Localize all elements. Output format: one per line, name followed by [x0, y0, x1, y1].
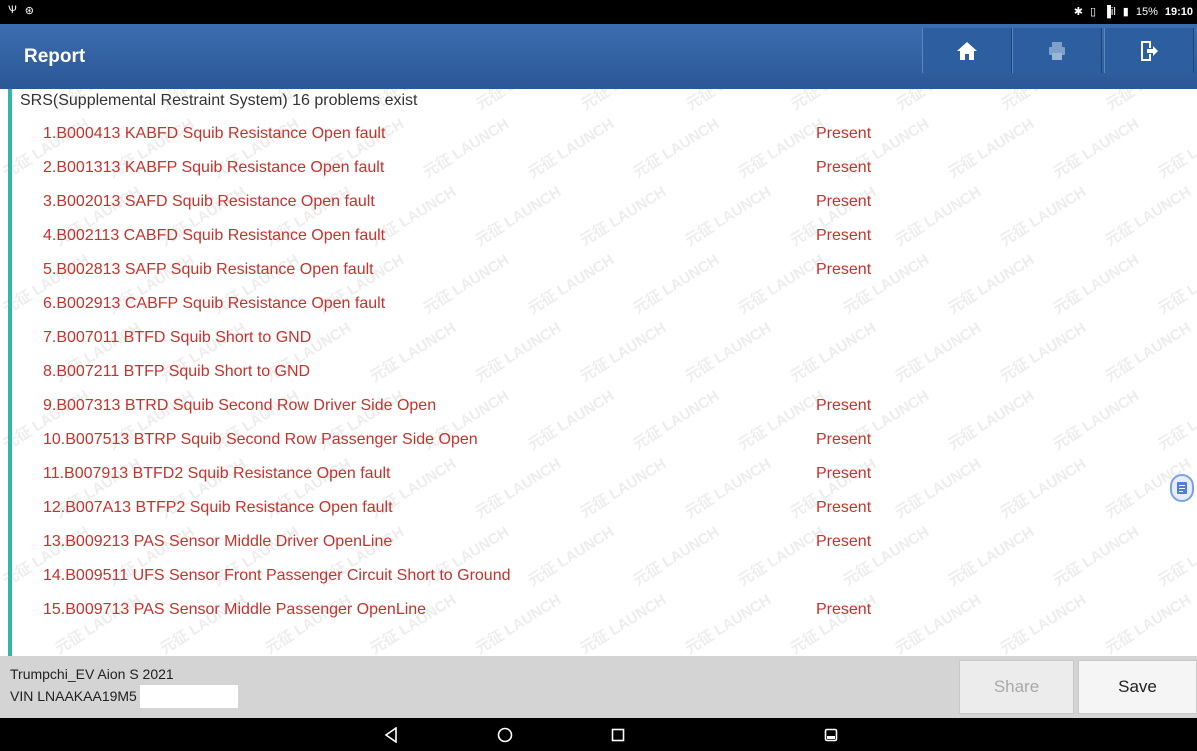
fault-row[interactable]: 7.B007011 BTFD Squib Short to GND — [0, 321, 1197, 355]
fault-status: Present — [816, 601, 872, 618]
print-button[interactable] — [1012, 28, 1102, 73]
floating-note-button[interactable] — [1170, 474, 1194, 502]
watermark-text: 元征 LAUNCH — [472, 89, 566, 114]
watermark-text: 元征 LAUNCH — [682, 89, 776, 114]
bluetooth-icon: ✱ — [1073, 6, 1084, 18]
fault-row[interactable]: 3.B002013 SAFD Squib Resistance Open fau… — [0, 185, 1197, 219]
share-button[interactable]: Share — [959, 660, 1074, 714]
fault-status: Present — [816, 159, 872, 176]
battery-icon: ▮ — [1122, 6, 1129, 18]
fault-status: Present — [816, 125, 872, 142]
report-content[interactable]: 元征 LAUNCH 元征 LAUNCH 元征 LAUNCH 元征 LAUNCH 元征 L… — [0, 89, 1197, 656]
fault-row[interactable]: 8.B007211 BTFP Squib Short to GND — [0, 355, 1197, 389]
home-button[interactable] — [922, 28, 1012, 73]
vin-redaction — [140, 685, 238, 708]
save-button[interactable]: Save — [1078, 660, 1197, 714]
fault-status: Present — [816, 465, 872, 482]
fault-code: 13.B009213 PAS Sensor Middle Driver Open… — [43, 533, 393, 550]
fault-row[interactable]: 12.B007A13 BTFP2 Squib Resistance Open f… — [0, 491, 1197, 525]
fault-status: Present — [816, 499, 872, 516]
vibrate-icon: ▯ — [1090, 6, 1097, 18]
nav-home-button[interactable] — [493, 724, 517, 746]
note-icon — [1177, 482, 1187, 494]
fault-row[interactable]: 15.B009713 PAS Sensor Middle Passenger O… — [0, 593, 1197, 627]
exit-icon — [1141, 40, 1158, 61]
fault-status: Present — [816, 533, 872, 550]
report-heading: SRS(Supplemental Restraint System) 16 pr… — [20, 92, 418, 109]
vehicle-name: Trumpchi_EV Aion S 2021 — [10, 666, 174, 682]
fault-code: 15.B009713 PAS Sensor Middle Passenger O… — [43, 601, 427, 618]
print-icon — [1049, 41, 1065, 60]
fault-code: 1.B000413 KABFD Squib Resistance Open fa… — [43, 125, 386, 142]
fault-code: 2.B001313 KABFP Squib Resistance Open fa… — [43, 159, 385, 176]
vin-number: VIN LNAAKAA19M5 — [10, 688, 137, 704]
footer-bar: Trumpchi_EV Aion S 2021 VIN LNAAKAA19M5 … — [0, 656, 1197, 718]
fault-row[interactable]: 6.B002913 CABFP Squib Resistance Open fa… — [0, 287, 1197, 321]
watermark-text: 元征 LAUNCH — [1102, 89, 1196, 114]
home-icon — [957, 41, 977, 60]
fault-row[interactable]: 11.B007913 BTFD2 Squib Resistance Open f… — [0, 457, 1197, 491]
nav-screenshot-button[interactable] — [819, 724, 843, 746]
fault-row[interactable]: 2.B001313 KABFP Squib Resistance Open fa… — [0, 151, 1197, 185]
fault-code: 10.B007513 BTRP Squib Second Row Passeng… — [43, 431, 478, 448]
nav-back-button[interactable] — [379, 724, 403, 746]
fault-code: 12.B007A13 BTFP2 Squib Resistance Open f… — [43, 499, 393, 516]
fault-code: 3.B002013 SAFD Squib Resistance Open fau… — [43, 193, 375, 210]
fault-code: 7.B007011 BTFD Squib Short to GND — [43, 329, 312, 346]
fault-row[interactable]: 4.B002113 CABFD Squib Resistance Open fa… — [0, 219, 1197, 253]
signal-icon: ▐il — [1103, 5, 1116, 18]
fault-row[interactable]: 5.B002813 SAFP Squib Resistance Open fau… — [0, 253, 1197, 287]
watermark-text: 元征 LAUNCH — [997, 89, 1091, 114]
fault-status: Present — [816, 227, 872, 244]
watermark-text: 元征 LAUNCH — [577, 89, 671, 114]
battery-level: 15% — [1135, 5, 1158, 18]
circle-home-icon — [497, 727, 513, 743]
fault-status: Present — [816, 193, 872, 210]
exit-button[interactable] — [1104, 28, 1194, 73]
fault-status: Present — [816, 431, 872, 448]
watermark-text: 元征 LAUNCH — [787, 89, 881, 114]
fault-code: 4.B002113 CABFD Squib Resistance Open fa… — [43, 227, 386, 244]
fault-code: 8.B007211 BTFP Squib Short to GND — [43, 363, 311, 380]
recents-icon — [611, 728, 625, 742]
status-bar: Ѱ ⊛ ✱ ▯ ▐il ▮ 15% 19:10 — [0, 0, 1197, 24]
app-header: Report — [0, 24, 1197, 89]
fault-code: 6.B002913 CABFP Squib Resistance Open fa… — [43, 295, 386, 312]
watermark-text: 元征 LAUNCH — [892, 89, 986, 114]
fault-row[interactable]: 9.B007313 BTRD Squib Second Row Driver S… — [0, 389, 1197, 423]
fault-code: 14.B009511 UFS Sensor Front Passenger Ci… — [43, 567, 511, 584]
fault-code: 9.B007313 BTRD Squib Second Row Driver S… — [43, 397, 437, 414]
fault-row[interactable]: 10.B007513 BTRP Squib Second Row Passeng… — [0, 423, 1197, 457]
page-title: Report — [24, 46, 86, 67]
fault-row[interactable]: 13.B009213 PAS Sensor Middle Driver Open… — [0, 525, 1197, 559]
nav-recents-button[interactable] — [606, 724, 630, 746]
fault-code: 5.B002813 SAFP Squib Resistance Open fau… — [43, 261, 374, 278]
usb-icon: Ѱ — [8, 4, 17, 16]
gear-badge-icon: ⊛ — [24, 5, 34, 17]
fault-row[interactable]: 1.B000413 KABFD Squib Resistance Open fa… — [0, 117, 1197, 151]
system-nav-bar — [0, 718, 1197, 751]
fault-row[interactable]: 14.B009511 UFS Sensor Front Passenger Ci… — [0, 559, 1197, 593]
fault-code: 11.B007913 BTFD2 Squib Resistance Open f… — [43, 465, 391, 482]
back-icon — [384, 727, 397, 743]
clock: 19:10 — [1164, 5, 1193, 18]
fault-status: Present — [816, 397, 872, 414]
fault-status: Present — [816, 261, 872, 278]
screenshot-icon — [824, 728, 838, 742]
